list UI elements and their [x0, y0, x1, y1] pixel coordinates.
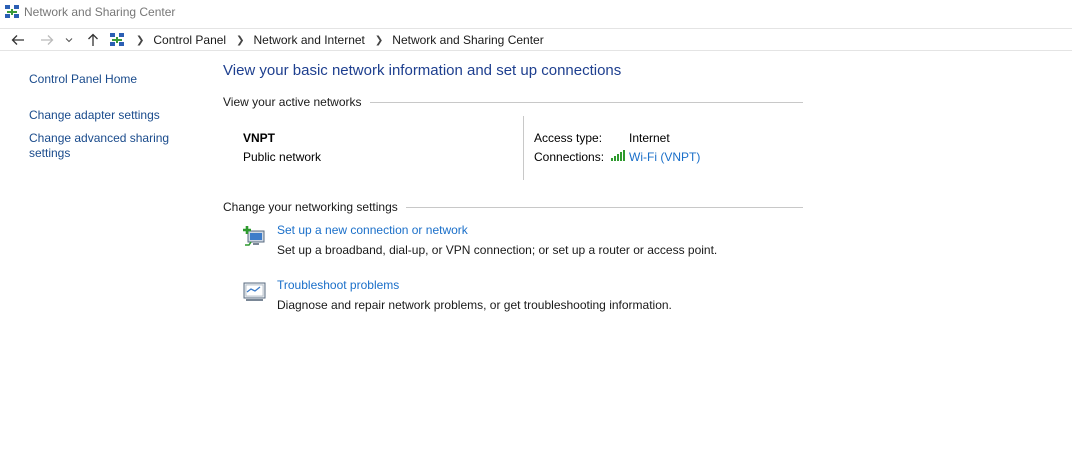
- chevron-right-icon[interactable]: ❯: [375, 35, 383, 46]
- chevron-right-icon: ❯: [136, 34, 145, 46]
- divider: [369, 101, 803, 103]
- setup-connection-description: Set up a broadband, dial-up, or VPN conn…: [277, 243, 718, 257]
- divider: [523, 116, 524, 180]
- divider: [405, 206, 803, 208]
- network-type: Public network: [243, 150, 322, 164]
- network-center-icon: [108, 31, 126, 49]
- breadcrumb-network-and-sharing-center[interactable]: Network and Sharing Center: [392, 33, 543, 47]
- network-name: VNPT: [243, 131, 276, 145]
- arrow-up-icon[interactable]: [84, 31, 102, 49]
- breadcrumb-control-panel[interactable]: Control Panel: [153, 33, 226, 47]
- page-title: View your basic network information and …: [223, 62, 622, 79]
- troubleshoot-icon[interactable]: [243, 280, 267, 304]
- chevron-down-icon[interactable]: [63, 31, 75, 49]
- change-settings-label: Change your networking settings: [223, 200, 398, 214]
- arrow-left-icon[interactable]: [9, 31, 27, 49]
- wifi-connection-link[interactable]: Wi-Fi (VNPT): [629, 150, 700, 164]
- network-center-icon: [4, 4, 20, 20]
- access-type-value: Internet: [629, 131, 670, 145]
- setup-connection-link[interactable]: Set up a new connection or network: [277, 223, 468, 237]
- breadcrumb: ❯ Control Panel ❯ Network and Internet ❯…: [126, 29, 544, 51]
- new-connection-icon[interactable]: [243, 225, 267, 249]
- address-bar: ❯ Control Panel ❯ Network and Internet ❯…: [0, 28, 1072, 51]
- troubleshoot-link[interactable]: Troubleshoot problems: [277, 278, 399, 292]
- access-type-label: Access type:: [534, 131, 603, 145]
- change-adapter-settings-link[interactable]: Change adapter settings: [29, 108, 189, 123]
- connections-label: Connections:: [534, 150, 605, 164]
- troubleshoot-description: Diagnose and repair network problems, or…: [277, 298, 672, 312]
- chevron-right-icon[interactable]: ❯: [236, 35, 244, 46]
- window-title: Network and Sharing Center: [24, 5, 176, 19]
- control-panel-home-link[interactable]: Control Panel Home: [29, 72, 137, 87]
- change-settings-header: Change your networking settings: [223, 200, 803, 214]
- active-networks-label: View your active networks: [223, 95, 362, 109]
- change-advanced-sharing-link[interactable]: Change advanced sharing settings: [29, 131, 189, 161]
- wifi-signal-icon: [610, 149, 626, 164]
- title-bar: Network and Sharing Center: [0, 0, 1072, 24]
- active-networks-header: View your active networks: [223, 95, 803, 109]
- breadcrumb-network-and-internet[interactable]: Network and Internet: [254, 33, 365, 47]
- connection-link-group[interactable]: Wi-Fi (VNPT): [610, 149, 700, 164]
- arrow-right-icon[interactable]: [38, 31, 56, 49]
